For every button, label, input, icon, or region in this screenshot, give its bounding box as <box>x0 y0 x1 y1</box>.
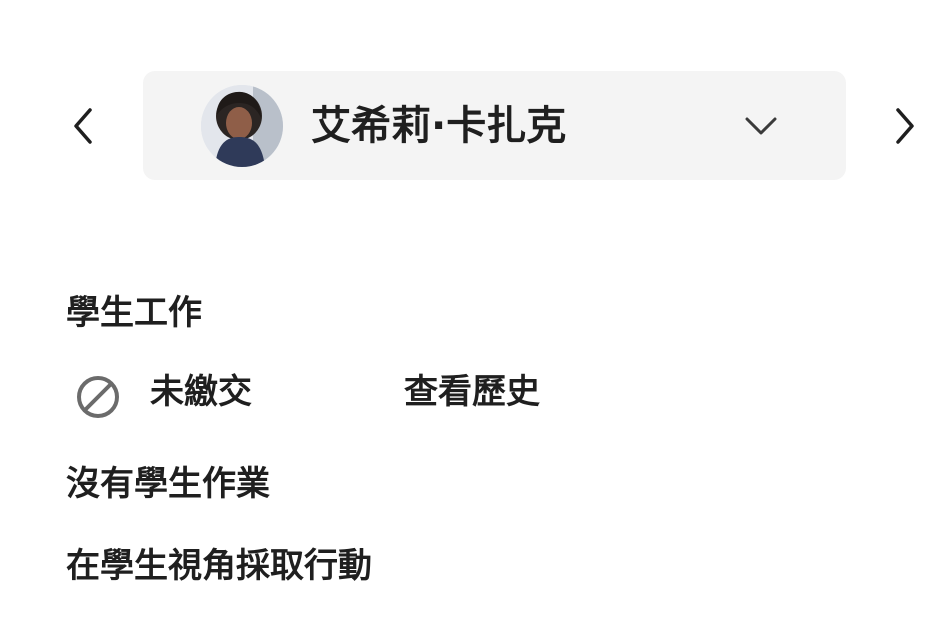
next-student-button[interactable] <box>882 104 926 148</box>
view-history-link[interactable]: 查看歷史 <box>404 370 540 414</box>
submission-status-label: 未繳交 <box>150 372 252 412</box>
submission-status-row: 未繳交 查看歷史 <box>74 370 654 426</box>
student-work-heading: 學生工作 <box>66 293 202 333</box>
student-avatar <box>201 85 283 167</box>
take-action-as-student-link[interactable]: 在學生視角採取行動 <box>66 544 372 588</box>
chevron-right-icon <box>896 108 914 144</box>
student-name: 艾希莉·卡扎克 <box>311 103 567 149</box>
previous-student-button[interactable] <box>62 104 106 148</box>
chevron-left-icon <box>74 108 92 144</box>
no-student-work-message: 沒有學生作業 <box>66 464 270 504</box>
student-selector-dropdown[interactable] <box>743 111 779 141</box>
blocked-circle-icon <box>74 373 122 421</box>
student-selector[interactable]: 艾希莉·卡扎克 <box>143 71 846 180</box>
chevron-down-icon <box>745 117 777 135</box>
